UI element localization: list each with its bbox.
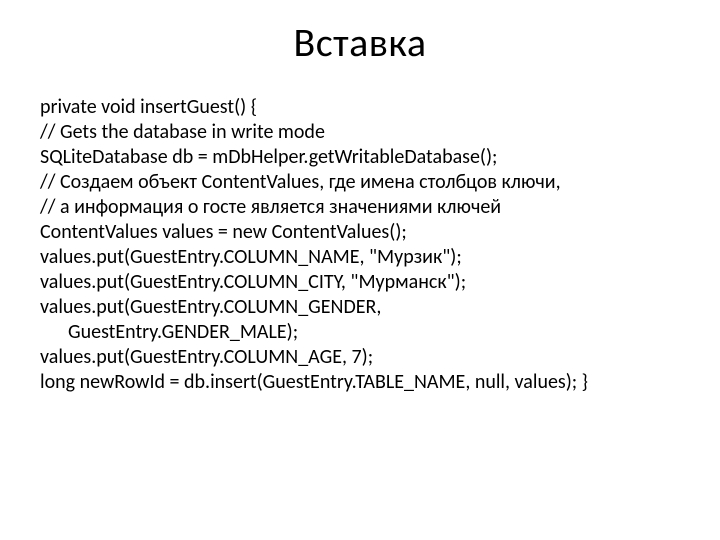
code-line: values.put(GuestEntry.COLUMN_AGE, 7); <box>40 345 680 370</box>
code-line: values.put(GuestEntry.COLUMN_GENDER, <box>40 295 680 320</box>
code-line: long newRowId = db.insert(GuestEntry.TAB… <box>40 370 680 395</box>
slide: Вставка private void insertGuest() { // … <box>0 0 720 540</box>
code-line: values.put(GuestEntry.COLUMN_CITY, "Мурм… <box>40 270 680 295</box>
code-line: ContentValues values = new ContentValues… <box>40 220 680 245</box>
code-line: // Создаем объект ContentValues, где име… <box>40 170 680 195</box>
code-line: private void insertGuest() { <box>40 95 680 120</box>
slide-title: Вставка <box>40 18 680 67</box>
code-line: SQLiteDatabase db = mDbHelper.getWritabl… <box>40 145 680 170</box>
code-line: GuestEntry.GENDER_MALE); <box>40 320 680 345</box>
code-line: values.put(GuestEntry.COLUMN_NAME, "Мурз… <box>40 245 680 270</box>
code-line: // а информация о госте является значени… <box>40 195 680 220</box>
code-block: private void insertGuest() { // Gets the… <box>40 95 680 395</box>
code-line: // Gets the database in write mode <box>40 120 680 145</box>
